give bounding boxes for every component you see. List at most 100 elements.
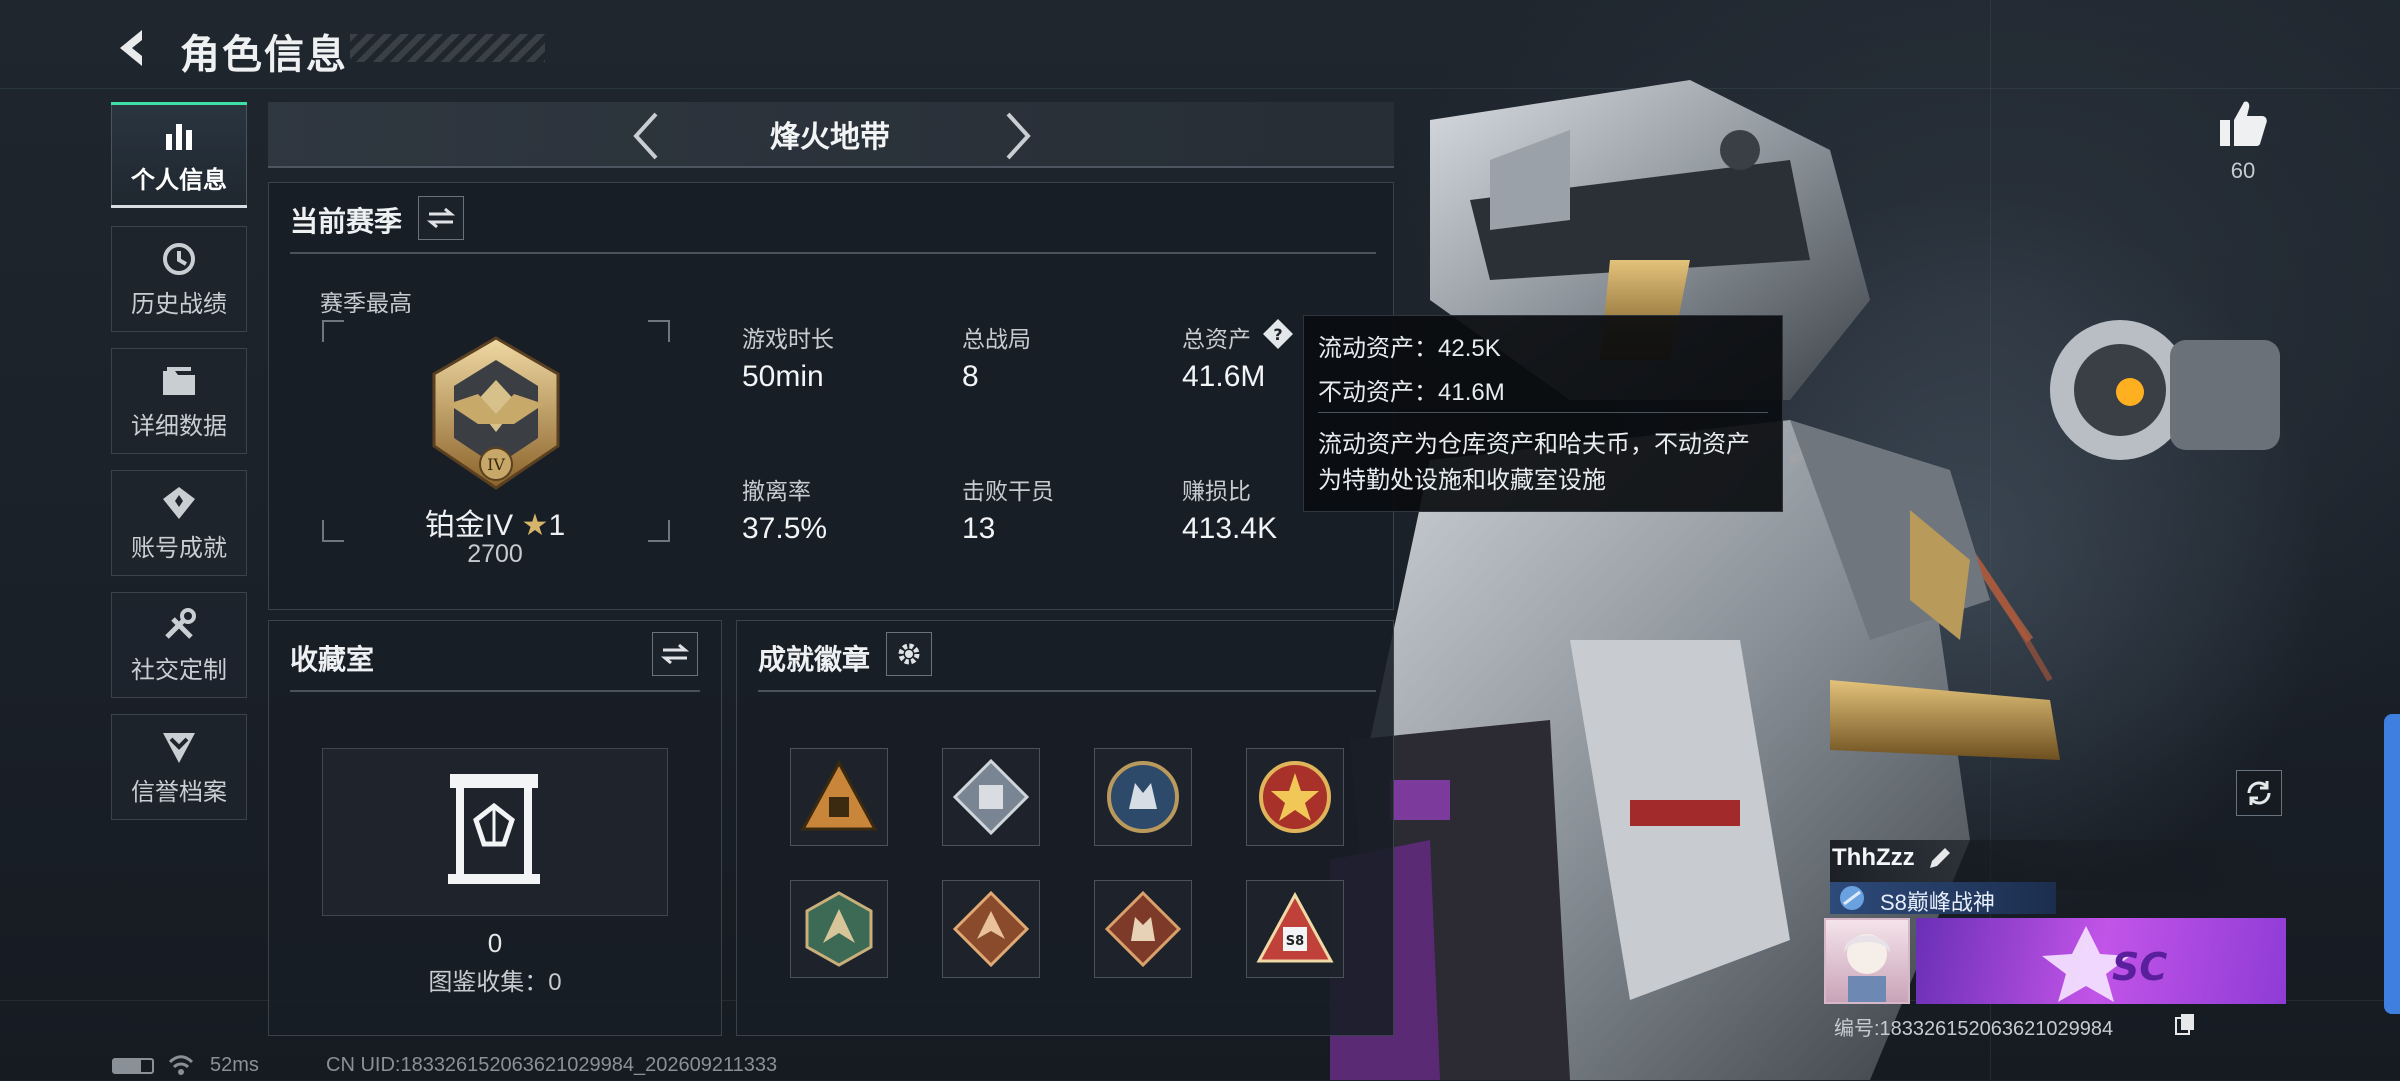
shield-chevron-icon [159, 728, 199, 766]
wolf-round-badge-icon [1107, 761, 1179, 833]
mode-name: 烽火地带 [770, 121, 890, 154]
bar-chart-icon [159, 116, 199, 154]
star-eagle-badge-icon [1259, 761, 1331, 833]
avatar[interactable] [1824, 918, 1910, 1004]
clock-history-icon [159, 240, 199, 278]
stat-label: 赚损比 [1182, 478, 1251, 504]
folder-icon [159, 362, 199, 400]
season-title: 当前赛季 [290, 206, 403, 237]
rank-score: 2700 [467, 540, 523, 568]
chevron-left-icon [633, 112, 658, 160]
side-drawer-handle[interactable] [2384, 714, 2400, 1014]
tools-icon [159, 606, 199, 644]
achievement-emblem-icon [159, 484, 199, 522]
next-mode-button[interactable] [998, 108, 1038, 164]
like-count: 60 [2230, 158, 2256, 183]
sidebar-item-details[interactable]: 详细数据 [111, 348, 247, 454]
tooltip-fixed: 不动资产：41.6M [1318, 379, 1505, 406]
player-title: S8巅峰战神 [1880, 890, 1995, 915]
achievement-badge[interactable] [1094, 880, 1192, 978]
refresh-icon [2247, 781, 2271, 805]
rank-star-icon: ★ [521, 509, 549, 542]
sidebar-item-label: 历史战绩 [131, 290, 227, 318]
stat-value: 13 [962, 512, 996, 545]
stat-label: 撤离率 [742, 478, 811, 504]
copy-id-button[interactable] [2174, 1012, 2196, 1036]
achievement-badge[interactable] [1094, 748, 1192, 846]
collection-count: 0 [487, 928, 503, 958]
sidebar-item-label: 个人信息 [131, 166, 227, 194]
season-switch-button[interactable] [418, 196, 464, 240]
season-best-label: 赛季最高 [320, 290, 412, 316]
sidebar-item-label: 账号成就 [131, 534, 227, 562]
page-title: 角色信息 [180, 33, 348, 77]
rank-line: 铂金IV ★1 [320, 500, 670, 544]
stat-label: 总战局 [962, 326, 1031, 352]
dragon-hexagon-badge-icon [805, 891, 873, 967]
sidebar-item-achievements[interactable]: 账号成就 [111, 470, 247, 576]
stat-label: 总资产 [1182, 326, 1251, 352]
avatar-portrait-icon [1844, 934, 1890, 1002]
chevron-right-icon [1006, 112, 1031, 160]
swap-arrows-icon [661, 643, 689, 665]
back-arrow-icon [120, 30, 142, 66]
sidebar-item-history[interactable]: 历史战绩 [111, 226, 247, 332]
player-banner[interactable]: SC [1916, 918, 2286, 1004]
wolf-diamond-badge-icon [1104, 890, 1182, 968]
tooltip-desc-2: 为特勤处设施和收藏室设施 [1318, 467, 1606, 494]
tooltip-divider [1318, 412, 1768, 413]
player-id: 编号:1833261520636210299​84 [1834, 1018, 2114, 1040]
rank-stars: 1 [548, 509, 566, 542]
swap-arrows-icon [427, 207, 455, 229]
achievement-badge[interactable] [790, 748, 888, 846]
stat-label: 游戏时长 [742, 326, 834, 352]
sidebar-item-credit[interactable]: 信誉档案 [111, 714, 247, 820]
badges-title: 成就徽章 [758, 644, 871, 675]
badges-settings-button[interactable] [886, 632, 932, 676]
rank-emblem-icon: IV [432, 336, 560, 490]
asset-help-button[interactable]: ? [1262, 318, 1294, 350]
tooltip-desc-1: 流动资产为仓库资产和哈夫币，不动资产 [1318, 431, 1750, 458]
back-button[interactable] [112, 26, 156, 70]
uid-label: CN UID:1833261520636210299​84_2026092113… [326, 1054, 778, 1076]
tooltip-liquid: 流动资产：42.5K [1318, 335, 1501, 362]
collection-title: 收藏室 [290, 644, 375, 675]
stat-value: 50min [742, 360, 824, 393]
svg-text:SC: SC [2112, 945, 2167, 989]
s8-triangle-badge-icon: S8 [1256, 891, 1334, 963]
collection-switch-button[interactable] [652, 632, 698, 676]
thumbs-up-icon [2220, 101, 2267, 146]
copy-icon [2175, 1014, 2194, 1035]
sidebar-item-social[interactable]: 社交定制 [111, 592, 247, 698]
stat-value: 413.4K [1182, 512, 1278, 545]
pencil-icon [1930, 848, 1950, 868]
player-name: ThhZzz [1832, 844, 1915, 871]
title-emblem-icon [1838, 884, 1866, 912]
achievement-badge[interactable] [1246, 748, 1344, 846]
help-diamond-icon: ? [1263, 319, 1293, 349]
dragon-diamond-badge-icon [952, 890, 1030, 968]
stat-value: 37.5% [742, 512, 828, 545]
gear-icon [898, 643, 920, 665]
svg-text:IV: IV [487, 455, 505, 474]
rank-name: 铂金IV [424, 509, 514, 542]
edit-name-button[interactable] [1926, 844, 1954, 872]
pyramid-bunker-badge-icon [800, 759, 878, 831]
rotate-model-button[interactable] [2236, 770, 2282, 816]
achievement-badge[interactable]: S8 [1246, 880, 1344, 978]
prev-mode-button[interactable] [626, 108, 666, 164]
like-button[interactable] [2216, 96, 2270, 150]
sidebar-item-personal-info[interactable]: 个人信息 [111, 102, 247, 208]
battery-icon [112, 1058, 154, 1074]
title-decoration [350, 34, 545, 62]
achievement-badge[interactable] [790, 880, 888, 978]
achievement-badge[interactable] [942, 880, 1040, 978]
banner-star-icon: SC [2042, 926, 2167, 1002]
stat-label: 击败干员 [962, 478, 1054, 504]
wifi-icon [168, 1054, 194, 1076]
achievement-badge[interactable] [942, 748, 1040, 846]
codex-collection: 图鉴收集：0 [428, 969, 562, 996]
badges-divider [758, 690, 1376, 692]
sidebar-item-label: 社交定制 [131, 656, 227, 684]
display-case-icon [448, 774, 540, 884]
